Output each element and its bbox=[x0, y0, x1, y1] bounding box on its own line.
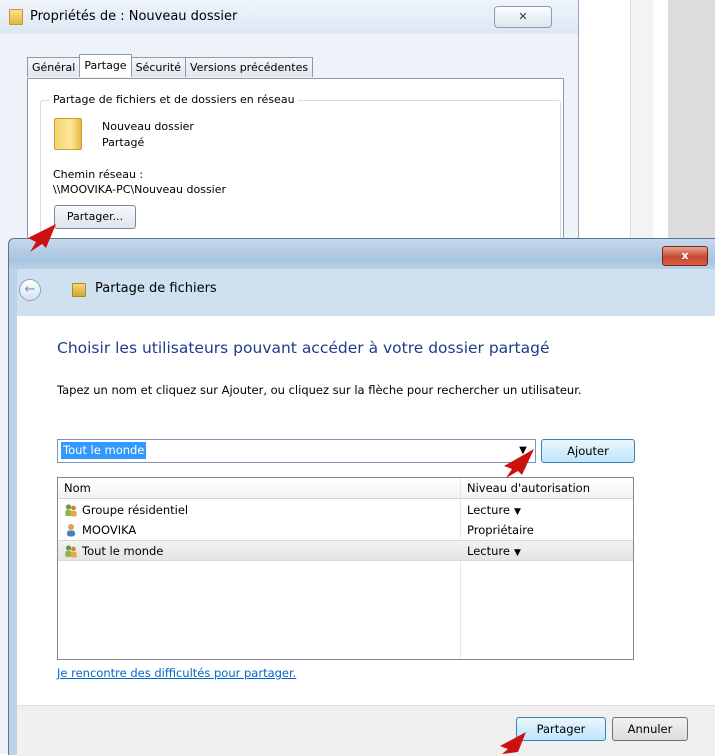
page-title: Choisir les utilisateurs pouvant accéder… bbox=[57, 339, 550, 357]
annotation-arrow bbox=[28, 224, 56, 252]
group-icon bbox=[65, 545, 77, 558]
tab-general[interactable]: Général bbox=[27, 57, 81, 77]
folder-status: Partagé bbox=[102, 136, 145, 149]
cancel-button[interactable]: Annuler bbox=[612, 717, 688, 741]
tab-previous-versions[interactable]: Versions précédentes bbox=[185, 57, 314, 77]
permission-level-dropdown[interactable]: Lecture ▼ bbox=[467, 544, 521, 558]
tab-security[interactable]: Sécurité bbox=[130, 57, 187, 77]
list-item-selected[interactable]: Tout le monde Lecture ▼ bbox=[58, 540, 633, 561]
share-button[interactable]: Partager bbox=[516, 717, 606, 741]
list-header: Nom Niveau d'autorisation bbox=[58, 478, 633, 499]
network-path: \\MOOVIKA-PC\Nouveau dossier bbox=[53, 183, 227, 196]
list-item[interactable]: Groupe résidentiel Lecture ▼ bbox=[58, 500, 633, 520]
help-link[interactable]: Je rencontre des difficultés pour partag… bbox=[57, 666, 296, 680]
folder-icon bbox=[9, 9, 23, 25]
folder-name: Nouveau dossier bbox=[102, 120, 194, 133]
permission-level-dropdown[interactable]: Lecture ▼ bbox=[467, 503, 521, 517]
user-combobox[interactable]: Tout le monde ▼ bbox=[57, 439, 536, 463]
properties-window-title: Propriétés de : Nouveau dossier bbox=[30, 9, 238, 24]
permission-level: Propriétaire bbox=[467, 523, 534, 537]
group-title: Partage de fichiers et de dossiers en ré… bbox=[50, 93, 298, 106]
column-header-name[interactable]: Nom bbox=[64, 481, 91, 495]
user-name: MOOVIKA bbox=[82, 523, 137, 537]
folder-icon bbox=[54, 118, 82, 150]
properties-titlebar: Propriétés de : Nouveau dossier ✕ bbox=[0, 0, 578, 34]
permission-level: Lecture bbox=[467, 544, 510, 558]
add-button[interactable]: Ajouter bbox=[541, 439, 635, 463]
annotation-arrow bbox=[500, 732, 526, 754]
user-icon bbox=[67, 524, 75, 537]
user-name: Groupe résidentiel bbox=[82, 503, 189, 517]
list-item[interactable]: MOOVIKA Propriétaire bbox=[58, 520, 633, 540]
instructions-text: Tapez un nom et cliquez sur Ajouter, ou … bbox=[57, 383, 582, 397]
tab-strip: Général Partage Sécurité Versions précéd… bbox=[27, 54, 314, 78]
permissions-list: Nom Niveau d'autorisation Groupe résiden… bbox=[57, 477, 634, 660]
user-name: Tout le monde bbox=[82, 544, 164, 558]
permission-level: Lecture bbox=[467, 503, 510, 517]
share-button[interactable]: Partager... bbox=[54, 205, 136, 229]
dropdown-arrow-icon[interactable]: ▼ bbox=[514, 507, 521, 517]
wizard-content: Choisir les utilisateurs pouvant accéder… bbox=[0, 238, 715, 754]
close-icon: ✕ bbox=[518, 10, 528, 23]
dropdown-arrow-icon[interactable]: ▼ bbox=[514, 548, 521, 558]
group-icon bbox=[65, 504, 77, 517]
network-path-label: Chemin réseau : bbox=[53, 168, 144, 181]
tab-sharing[interactable]: Partage bbox=[79, 54, 132, 77]
user-input-value[interactable]: Tout le monde bbox=[61, 442, 147, 459]
column-header-permission-level[interactable]: Niveau d'autorisation bbox=[467, 481, 590, 495]
annotation-arrow bbox=[504, 449, 534, 478]
close-button[interactable]: ✕ bbox=[494, 6, 552, 28]
